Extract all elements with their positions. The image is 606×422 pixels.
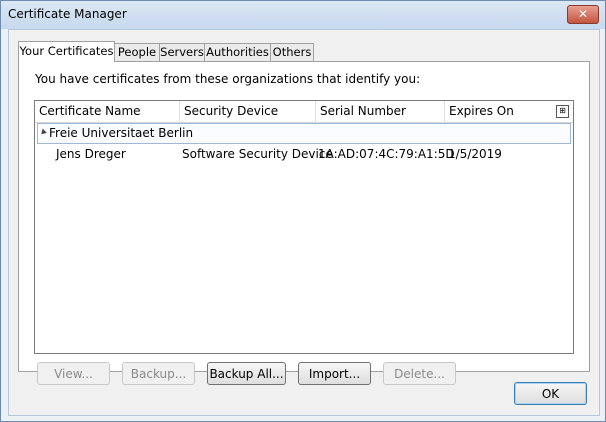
tab-servers[interactable]: Servers — [159, 43, 205, 61]
dialog-body: Your Certificates People Servers Authori… — [8, 29, 600, 416]
tab-authorities[interactable]: Authorities — [204, 43, 271, 61]
import-button[interactable]: Import... — [298, 362, 371, 385]
tab-your-certificates[interactable]: Your Certificates — [18, 41, 115, 62]
expand-triangle-icon[interactable] — [39, 128, 47, 137]
window-title: Certificate Manager — [8, 7, 127, 21]
tree-group-row[interactable]: Freie Universitaet Berlin — [37, 123, 571, 144]
close-icon[interactable]: ✕ — [567, 5, 599, 24]
certificate-tree[interactable]: Certificate Name Security Device Serial … — [34, 100, 574, 354]
cert-device-cell: Software Security Device — [182, 147, 333, 161]
column-certificate-name[interactable]: Certificate Name — [35, 101, 180, 122]
your-certificates-panel: You have certificates from these organiz… — [18, 61, 590, 385]
cert-serial-cell: 1A:AD:07:4C:79:A1:5D — [318, 147, 455, 161]
column-header-row: Certificate Name Security Device Serial … — [35, 101, 573, 123]
view-button[interactable]: View... — [37, 362, 110, 385]
cert-expires-cell: 1/5/2019 — [448, 147, 502, 161]
group-label: Freie Universitaet Berlin — [49, 126, 194, 140]
ok-button[interactable]: OK — [514, 382, 587, 405]
intro-text: You have certificates from these organiz… — [35, 72, 421, 86]
delete-button[interactable]: Delete... — [383, 362, 456, 385]
backup-button[interactable]: Backup... — [122, 362, 195, 385]
column-picker-icon[interactable]: ⊞ — [556, 105, 569, 118]
tab-people[interactable]: People — [114, 43, 160, 61]
column-expires-on[interactable]: Expires On — [445, 101, 555, 122]
backup-all-button[interactable]: Backup All... — [207, 362, 286, 385]
column-serial-number[interactable]: Serial Number — [316, 101, 445, 122]
tab-others[interactable]: Others — [270, 43, 314, 61]
certificate-manager-window: Certificate Manager ✕ Your Certificates … — [0, 0, 606, 422]
cert-name-cell: Jens Dreger — [56, 147, 126, 161]
certificate-row[interactable]: Jens Dreger Software Security Device 1A:… — [35, 144, 573, 164]
title-bar: Certificate Manager ✕ — [1, 1, 605, 29]
column-security-device[interactable]: Security Device — [180, 101, 316, 122]
